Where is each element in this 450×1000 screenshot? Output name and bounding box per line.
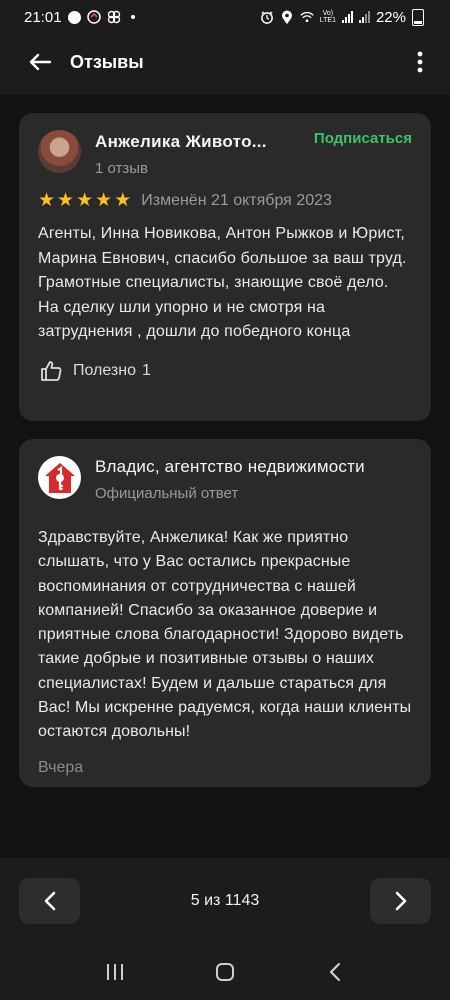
recent-apps-icon <box>107 964 123 980</box>
status-time: 21:01 <box>24 8 62 26</box>
star-icon: ★ <box>38 190 56 211</box>
useful-label: Полезно <box>73 361 136 379</box>
chevron-left-icon <box>44 891 55 911</box>
review-header: Анжелика Живото... 1 отзыв Подписаться <box>38 113 412 177</box>
alarm-icon <box>260 10 274 24</box>
recent-apps-button[interactable] <box>95 952 135 992</box>
thumbs-up-icon <box>38 358 64 384</box>
arrow-left-icon <box>29 53 51 71</box>
author-reviews-count: 1 отзыв <box>95 160 149 177</box>
review-edited-date: Изменён 21 октября 2023 <box>141 192 332 209</box>
status-bar-right: Vo) LTE1 22% <box>260 8 424 26</box>
app-bar: Отзывы <box>0 34 450 90</box>
more-options-button[interactable] <box>406 42 434 82</box>
pinwheel-icon <box>107 10 121 24</box>
useful-button[interactable]: Полезно 1 <box>38 358 412 384</box>
location-icon <box>280 10 294 24</box>
system-nav-bar <box>0 944 450 1000</box>
volte-indicator: Vo) LTE1 <box>319 10 336 24</box>
next-review-button[interactable] <box>370 878 431 924</box>
page-title: Отзывы <box>70 51 144 72</box>
chevron-right-icon <box>395 891 406 911</box>
reviews-content: Анжелика Живото... 1 отзыв Подписаться ★… <box>0 95 450 858</box>
previous-review-button[interactable] <box>19 878 80 924</box>
company-info: Владис, агентство недвижимости Официальн… <box>95 454 412 502</box>
star-rating: ★ ★ ★ ★ ★ <box>38 191 131 211</box>
star-icon: ★ <box>95 190 113 211</box>
subscribe-button[interactable]: Подписаться <box>314 130 412 147</box>
notification-circle-icon <box>67 10 81 24</box>
official-reply-card: Владис, агентство недвижимости Официальн… <box>19 439 431 787</box>
wifi-icon <box>300 10 314 24</box>
signal-strength-2-icon <box>358 11 370 23</box>
house-key-logo-icon <box>44 462 75 493</box>
star-icon: ★ <box>114 190 132 211</box>
star-icon: ★ <box>57 190 75 211</box>
official-reply-badge: Официальный ответ <box>95 485 239 502</box>
review-text: Агенты, Инна Новикова, Антон Рыжков и Юр… <box>38 225 407 340</box>
battery-percent: 22% <box>375 8 406 26</box>
home-icon <box>216 963 234 981</box>
reply-header: Владис, агентство недвижимости Официальн… <box>38 439 412 502</box>
author-info: Анжелика Живото... 1 отзыв <box>95 128 314 177</box>
missed-call-icon <box>86 10 101 24</box>
home-button[interactable] <box>205 952 245 992</box>
back-button[interactable] <box>20 42 60 82</box>
review-card: Анжелика Живото... 1 отзыв Подписаться ★… <box>19 113 431 421</box>
battery-icon <box>412 8 424 26</box>
reply-text: Здравствуйте, Анжелика! Как же приятно с… <box>38 529 412 741</box>
signal-strength-1-icon <box>341 11 353 23</box>
back-chevron-icon <box>329 962 341 982</box>
status-bar: 21:01 Vo) LTE1 22% <box>0 0 450 34</box>
system-back-button[interactable] <box>315 952 355 992</box>
avatar[interactable] <box>38 130 81 173</box>
company-logo[interactable] <box>38 456 81 499</box>
useful-count: 1 <box>142 361 151 379</box>
page-indicator: 5 из 1143 <box>190 892 260 909</box>
star-icon: ★ <box>76 190 94 211</box>
author-name[interactable]: Анжелика Живото... <box>95 132 295 152</box>
reviews-screen: 21:01 Vo) LTE1 22% Отзывы Анжелика Живот… <box>0 0 450 1000</box>
reply-date: Вчера <box>38 758 84 776</box>
rating-row: ★ ★ ★ ★ ★ Изменён 21 октября 2023 <box>38 191 412 211</box>
status-bar-left: 21:01 <box>24 9 135 26</box>
more-notifications-dot-icon <box>130 15 135 19</box>
more-vert-icon <box>417 51 423 73</box>
company-name[interactable]: Владис, агентство недвижимости <box>95 457 412 477</box>
pagination-bar: 5 из 1143 <box>0 858 450 944</box>
